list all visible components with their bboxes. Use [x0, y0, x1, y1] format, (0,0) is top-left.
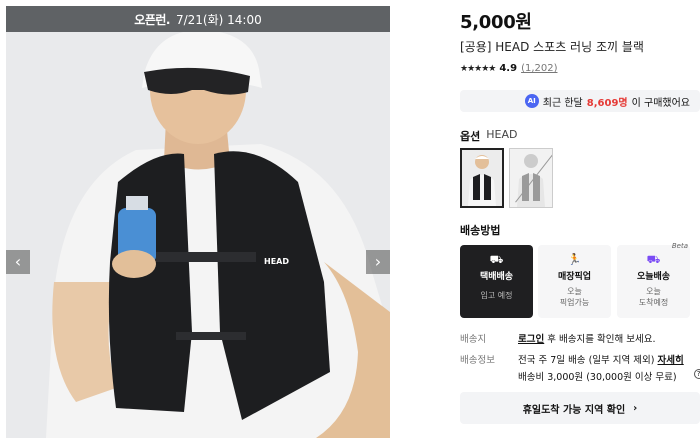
review-count-link[interactable]: (1,202) — [521, 63, 557, 74]
delivery-info-text: 전국 주 7일 배송 (일부 지역 제외) — [518, 355, 655, 366]
delivery-info-label: 배송정보 — [460, 355, 495, 366]
pickup-sub-line: 오늘 — [567, 287, 582, 296]
delivery-fee-row: 배송비 3,000원 (30,000원 이상 무료) ? — [518, 369, 700, 383]
banner-date: 7/21(화) 14:00 — [175, 12, 262, 27]
holiday-delivery-check-button[interactable]: 휴일도착 가능 지역 확인 › — [460, 392, 700, 424]
shipping-option-store-pickup[interactable]: 🏃 매장픽업 오늘 픽업가능 — [538, 245, 611, 318]
runner-icon: 🏃 — [567, 253, 582, 266]
buyers-suffix: 이 구매했어요 — [631, 97, 690, 109]
star-rating-icon: ★★★★★ — [460, 63, 496, 74]
details-link[interactable]: 자세히 — [658, 355, 684, 366]
product-info-panel: 5,000원 [공용] HEAD 스포츠 러닝 조끼 블랙 ★★★★★ 4.9 … — [460, 0, 700, 438]
delivery-address-row: 배송지 로그인 후 배송지를 확인해 보세요. — [460, 331, 656, 345]
shipping-option-same-day[interactable]: Beta ⛟ 오늘배송 오늘 도착예정 — [617, 242, 690, 318]
sameday-sub-line: 도착예정 — [638, 298, 669, 307]
option-value: HEAD — [486, 128, 518, 141]
beta-tag: Beta — [671, 242, 688, 250]
banner-brand: 오픈런. — [134, 12, 170, 27]
sameday-sub-line: 오늘 — [646, 287, 661, 296]
shipping-option-sub: 입고 예정 — [480, 291, 513, 300]
rating-row[interactable]: ★★★★★ 4.9 (1,202) — [460, 63, 558, 74]
option-label: 옵션 — [460, 130, 481, 143]
ai-icon: AI — [524, 94, 539, 108]
option-label-row: 옵션 HEAD — [460, 128, 517, 144]
fast-truck-icon: ⛟ — [646, 253, 661, 266]
next-image-button[interactable]: › — [366, 250, 390, 274]
truck-icon: ⛟ — [489, 253, 504, 266]
buyers-prefix: 최근 한달 — [542, 97, 583, 109]
shipping-option-sub: 오늘 도착예정 — [639, 286, 668, 308]
prev-image-button[interactable]: ‹ — [6, 250, 30, 274]
shipping-option-parcel[interactable]: ⛟ 택배배송 입고 예정 — [460, 245, 533, 318]
shipping-option-name: 매장픽업 — [557, 272, 592, 282]
open-run-banner: 오픈런. 7/21(화) 14:00 — [6, 6, 390, 32]
option-thumbnail-selected[interactable] — [460, 148, 504, 208]
delivery-address-value: 로그인 후 배송지를 확인해 보세요. — [518, 331, 656, 345]
shipping-option-name: 택배배송 — [479, 272, 514, 282]
buyers-count: 8,609명 — [586, 97, 628, 109]
product-photo: HEAD — [6, 32, 390, 438]
product-gallery[interactable]: 오픈런. 7/21(화) 14:00 HEAD ‹ › — [6, 6, 390, 438]
holiday-button-label: 휴일도착 가능 지역 확인 — [522, 404, 626, 416]
shipping-option-name: 오늘배송 — [636, 272, 671, 282]
login-link[interactable]: 로그인 — [518, 334, 544, 345]
shipping-method-title: 배송방법 — [460, 224, 501, 237]
product-title: [공용] HEAD 스포츠 러닝 조끼 블랙 — [460, 40, 644, 54]
delivery-fee-text: 배송비 3,000원 (30,000원 이상 무료) — [518, 372, 677, 383]
chevron-right-icon: › — [633, 402, 638, 414]
recent-buyers-banner: AI 최근 한달 8,609명 이 구매했어요 — [460, 90, 700, 112]
option-thumbnail-image — [462, 150, 502, 206]
help-icon[interactable]: ? — [693, 369, 700, 379]
pickup-sub-line: 픽업가능 — [559, 298, 590, 307]
option-thumbnail-soldout[interactable] — [509, 148, 553, 208]
shipping-option-sub: 오늘 픽업가능 — [560, 286, 589, 308]
delivery-info-value: 전국 주 7일 배송 (일부 지역 제외) 자세히 — [518, 352, 684, 366]
delivery-address-text: 후 배송지를 확인해 보세요. — [547, 334, 656, 345]
rating-score: 4.9 — [499, 63, 518, 74]
delivery-address-label: 배송지 — [460, 334, 487, 345]
product-price: 5,000원 — [460, 12, 532, 33]
vest-logo: HEAD — [264, 257, 289, 266]
delivery-info-row: 배송정보 전국 주 7일 배송 (일부 지역 제외) 자세히 — [460, 352, 684, 366]
